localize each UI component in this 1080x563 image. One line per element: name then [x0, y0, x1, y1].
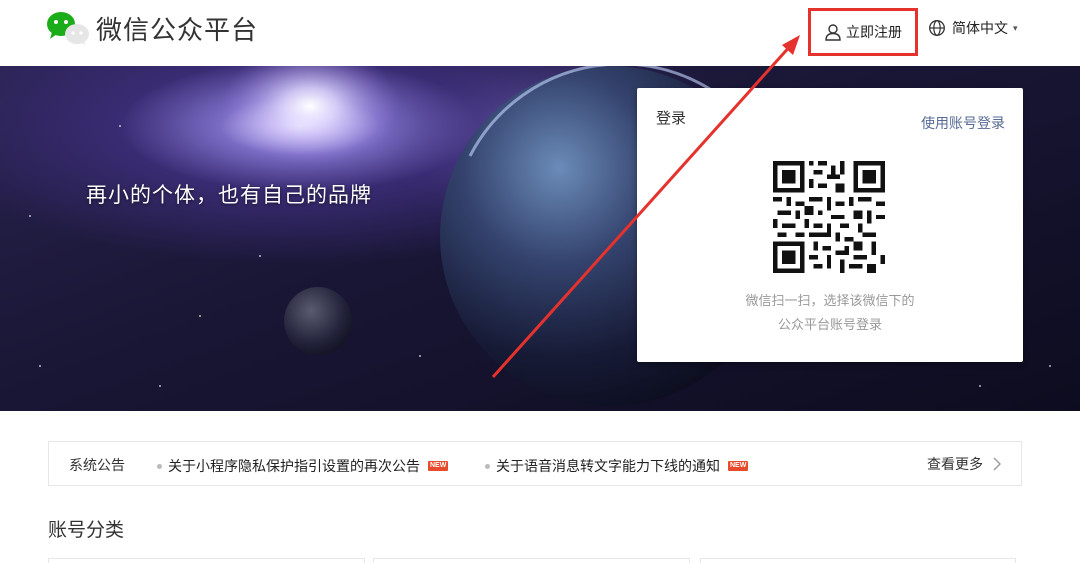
logo[interactable]: 微信公众平台	[46, 10, 258, 46]
bullet-dot	[157, 463, 162, 469]
register-button[interactable]: 立即注册	[808, 8, 918, 56]
top-header: 微信公众平台 立即注册 简体中文 ▾	[0, 0, 1080, 66]
notice-label: 系统公告	[69, 457, 125, 473]
caret-down-icon: ▾	[1013, 22, 1018, 33]
login-panel: 登录 使用账号登录 微信扫一扫，选择该微信下的 公众平台账号登录	[637, 88, 1023, 362]
user-icon	[825, 24, 841, 41]
chevron-right-icon	[993, 457, 1001, 471]
view-more-link[interactable]: 查看更多	[927, 454, 1001, 474]
notice-item[interactable]: 关于小程序隐私保护指引设置的再次公告 NEW	[157, 456, 449, 476]
notice-item[interactable]: 关于语音消息转文字能力下线的通知 NEW	[485, 456, 749, 476]
category-card[interactable]	[48, 558, 365, 563]
new-badge: NEW	[428, 461, 449, 471]
qr-code	[773, 161, 885, 273]
wechat-logo-icon	[47, 12, 89, 45]
bullet-dot	[485, 463, 490, 469]
language-select[interactable]: 简体中文 ▾	[928, 16, 1018, 40]
qr-hint-line2: 公众平台账号登录	[777, 317, 882, 332]
account-login-link[interactable]: 使用账号登录	[921, 113, 1005, 133]
language-label: 简体中文	[952, 20, 1008, 36]
category-card[interactable]	[700, 558, 1016, 563]
account-category-title: 账号分类	[48, 519, 125, 541]
platform-title: 微信公众平台	[96, 15, 259, 46]
notice-text: 关于语音消息转文字能力下线的通知	[496, 458, 720, 474]
banner-slogan: 再小的个体，也有自己的品牌	[86, 183, 372, 207]
qr-hint: 微信扫一扫，选择该微信下的 公众平台账号登录	[637, 289, 1023, 337]
login-title: 登录	[656, 110, 687, 127]
qr-hint-line1: 微信扫一扫，选择该微信下的	[745, 293, 915, 308]
notice-text: 关于小程序隐私保护指引设置的再次公告	[168, 458, 420, 474]
new-badge: NEW	[728, 461, 749, 471]
view-more-label: 查看更多	[927, 456, 983, 472]
system-notice-bar: 系统公告 关于小程序隐私保护指引设置的再次公告 NEW 关于语音消息转文字能力下…	[48, 441, 1022, 486]
register-label: 立即注册	[846, 24, 902, 40]
globe-icon	[929, 20, 945, 36]
category-card[interactable]	[373, 558, 690, 563]
